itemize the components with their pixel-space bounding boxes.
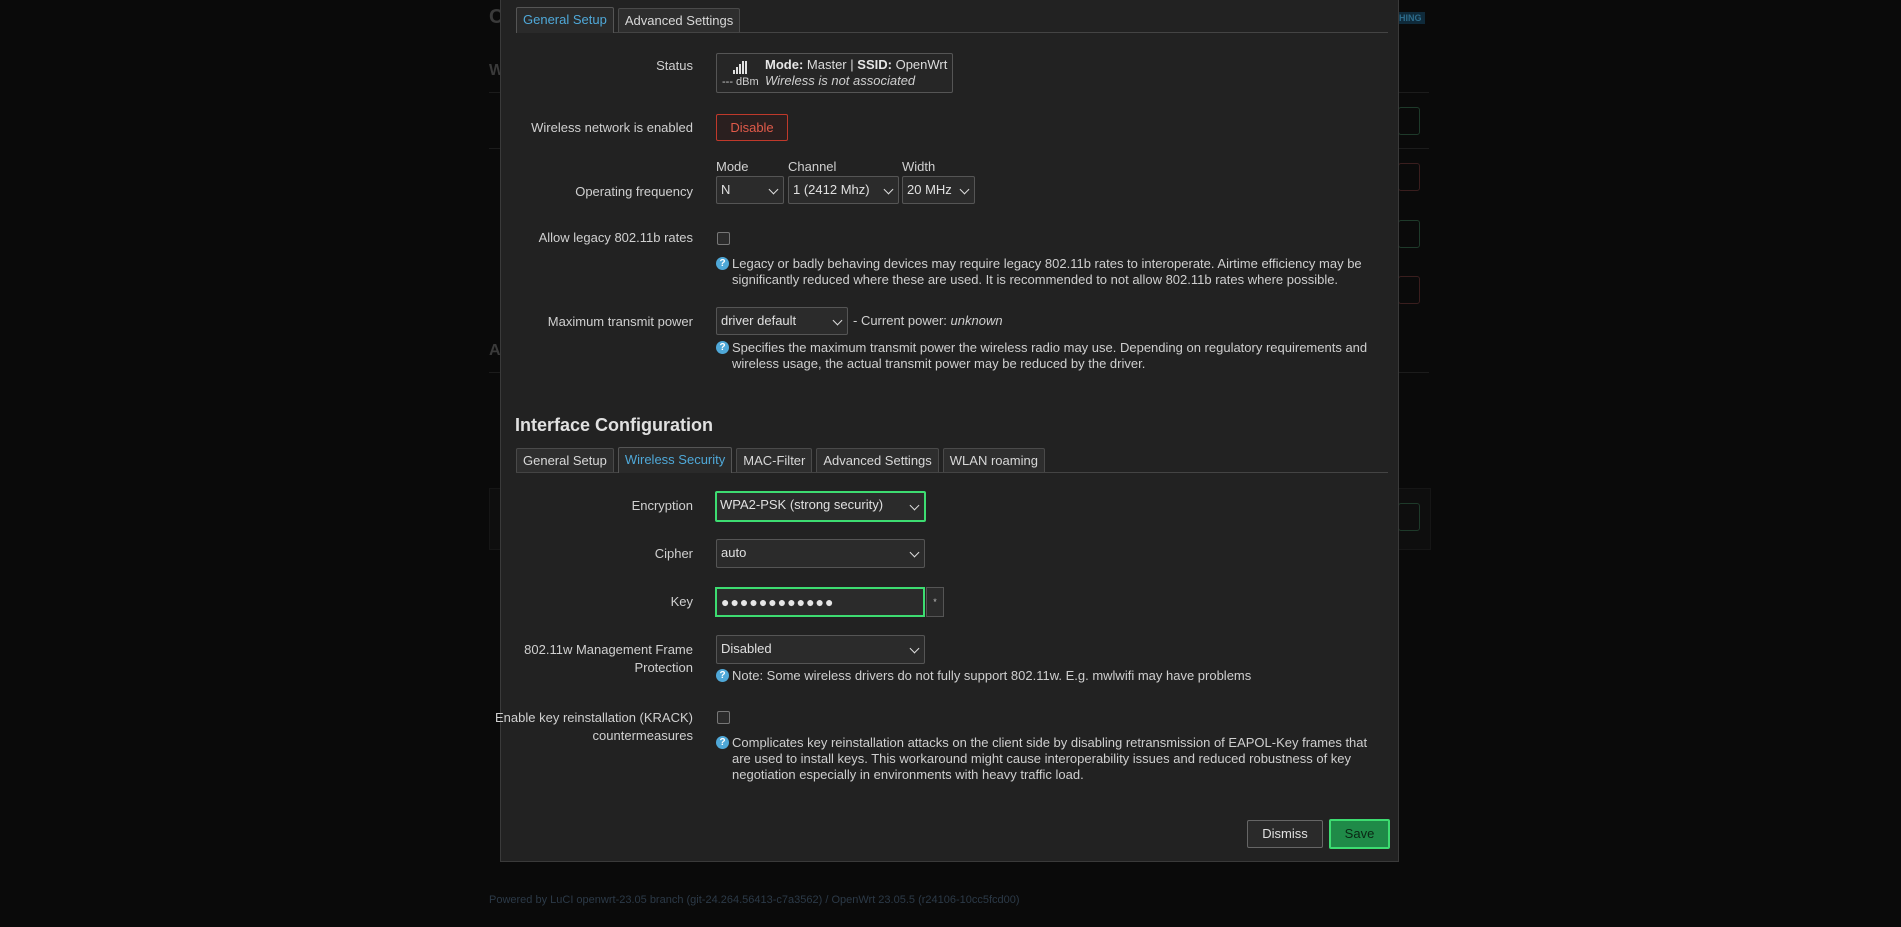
status-box: --- dBm Mode: Master | SSID: OpenWrt Wir… [716,53,953,93]
channel-select-value: 1 (2412 Mhz) [793,182,870,197]
chevron-down-icon [909,547,920,558]
cipher-label: Cipher [654,546,693,561]
dismiss-button[interactable]: Dismiss [1247,820,1323,848]
bg-button [1398,107,1420,135]
chevron-down-icon [832,315,843,326]
ssid-value: OpenWrt [895,57,948,72]
mode-select-value: N [721,182,731,197]
encryption-select[interactable]: WPA2-PSK (strong security) [715,491,926,522]
bg-button [1398,503,1420,531]
status-separator: | [850,57,854,72]
help-icon: ? [716,736,729,749]
device-tabs: General Setup Advanced Settings [516,7,1388,33]
tx-power-select[interactable]: driver default [716,307,848,335]
mfp-help: ? Note: Some wireless drivers do not ful… [716,668,1376,684]
legacy-rates-label: Allow legacy 802.11b rates [538,230,693,245]
current-power: - Current power: unknown [853,313,1003,328]
interface-tabs: General Setup Wireless Security MAC-Filt… [516,447,1388,473]
operating-frequency-label: Operating frequency [575,184,693,199]
tab-mac-filter[interactable]: MAC-Filter [736,448,813,472]
help-icon: ? [716,257,729,270]
legacy-rates-help: ? Legacy or badly behaving devices may r… [716,256,1376,288]
ssid-key: SSID: [857,57,892,72]
signal-icon [733,60,747,74]
chevron-down-icon [959,184,970,195]
encryption-label: Encryption [631,498,693,513]
tx-power-help-text: Specifies the maximum transmit power the… [732,340,1368,371]
bg-footer: Powered by LuCI openwrt-23.05 branch (gi… [489,894,1020,906]
mfp-select-value: Disabled [721,641,772,656]
current-power-prefix: - Current power: [853,313,947,328]
width-select[interactable]: 20 MHz [902,176,975,204]
chevron-down-icon [768,184,779,195]
reveal-password-button[interactable]: * [926,587,944,617]
bg-button [1398,276,1420,304]
chevron-down-icon [909,500,920,511]
krack-label: Enable key reinstallation (KRACK) counte… [495,710,693,743]
bg-badge: HING [1396,12,1425,24]
wireless-enabled-label: Wireless network is enabled [531,120,693,135]
save-button[interactable]: Save [1329,819,1390,849]
bg-button [1398,220,1420,248]
association-status: Wireless is not associated [765,73,916,88]
krack-help: ? Complicates key reinstallation attacks… [716,735,1376,783]
mfp-select[interactable]: Disabled [716,635,925,664]
chevron-down-icon [909,643,920,654]
tx-power-label: Maximum transmit power [547,314,693,329]
bg-button [1398,163,1420,191]
tx-power-select-value: driver default [721,313,797,328]
tab-advanced-settings[interactable]: Advanced Settings [816,448,939,472]
status-label: Status [656,58,693,73]
channel-select[interactable]: 1 (2412 Mhz) [788,176,899,204]
tab-device-general-setup[interactable]: General Setup [516,7,614,33]
signal-dbm: --- dBm [722,76,759,88]
bg-heading-fragment: A [489,342,501,359]
key-label: Key [670,594,693,609]
mode-sublabel: Mode [716,159,749,174]
status-mode-ssid: Mode: Master | SSID: OpenWrt [765,57,947,72]
mode-key: Mode: [765,57,804,72]
krack-help-text: Complicates key reinstallation attacks o… [732,735,1368,782]
encryption-select-value: WPA2-PSK (strong security) [720,497,884,512]
interface-config-title: Interface Configuration [515,415,714,435]
cipher-select[interactable]: auto [716,539,925,568]
mfp-label: 802.11w Management Frame Protection [524,642,693,675]
tab-wireless-security[interactable]: Wireless Security [617,447,733,473]
mode-select[interactable]: N [716,176,784,204]
channel-sublabel: Channel [788,159,837,174]
disable-button[interactable]: Disable [716,114,788,141]
wireless-config-modal: General Setup Advanced Settings Status -… [495,0,1399,862]
legacy-rates-checkbox[interactable] [717,232,730,245]
help-icon: ? [716,341,729,354]
cipher-select-value: auto [721,545,747,560]
mfp-help-text: Note: Some wireless drivers do not fully… [732,668,1252,683]
tx-power-help: ? Specifies the maximum transmit power t… [716,340,1376,372]
tab-general-setup[interactable]: General Setup [516,448,614,472]
tab-wlan-roaming[interactable]: WLAN roaming [942,448,1045,472]
tab-device-advanced-settings[interactable]: Advanced Settings [617,8,741,32]
width-sublabel: Width [902,159,936,174]
chevron-down-icon [883,184,894,195]
width-select-value: 20 MHz [907,182,952,197]
mode-value: Master [806,57,847,72]
current-power-value: unknown [950,313,1003,328]
legacy-rates-help-text: Legacy or badly behaving devices may req… [732,256,1362,287]
help-icon: ? [716,669,729,682]
key-input[interactable]: ●●●●●●●●●●●● [715,587,925,617]
krack-checkbox[interactable] [717,711,730,724]
